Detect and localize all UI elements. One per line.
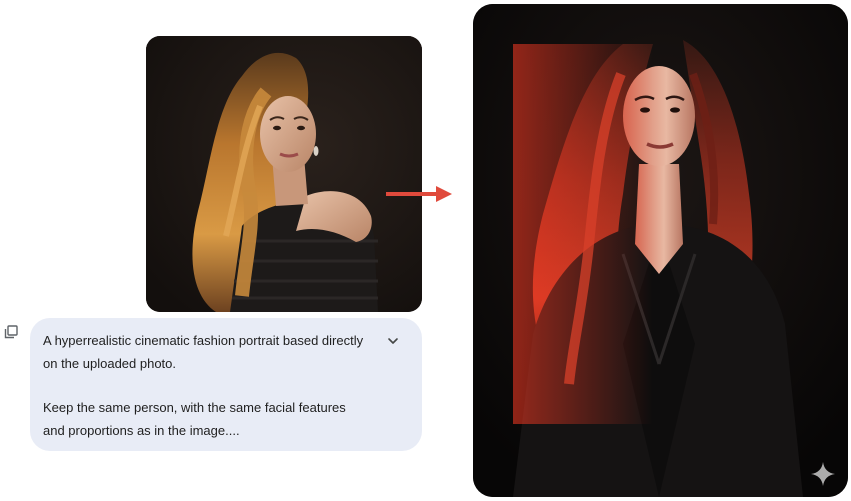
chevron-down-icon[interactable] — [387, 335, 399, 347]
chat-canvas: A hyperrealistic cinematic fashion portr… — [0, 0, 851, 501]
generated-image[interactable] — [473, 4, 848, 497]
prompt-text-line: on the uploaded photo. — [43, 355, 177, 371]
prompt-bubble: A hyperrealistic cinematic fashion portr… — [30, 318, 422, 451]
prompt-text-line: and proportions as in the image.... — [43, 422, 240, 438]
copy-icon[interactable] — [4, 325, 18, 339]
uploaded-photo[interactable] — [146, 36, 422, 312]
arrow-right-icon — [386, 186, 452, 202]
uploaded-portrait-image — [146, 36, 422, 312]
prompt-text-line: Keep the same person, with the same faci… — [43, 400, 346, 415]
prompt-paragraph-gap — [43, 375, 382, 397]
generated-portrait-image — [473, 4, 848, 497]
prompt-text-line: A hyperrealistic cinematic fashion portr… — [43, 333, 364, 348]
gemini-sparkle-icon — [811, 462, 835, 486]
